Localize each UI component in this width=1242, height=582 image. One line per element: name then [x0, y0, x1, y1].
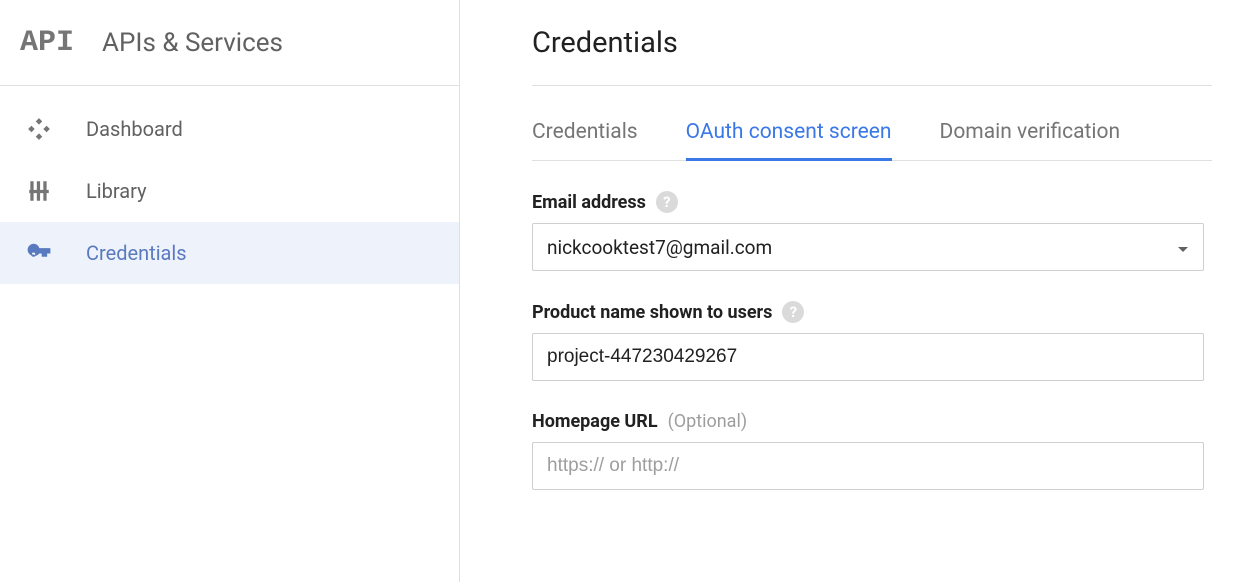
field-product-name: Product name shown to users ? [532, 301, 1212, 381]
tab-domain-verification[interactable]: Domain verification [940, 120, 1121, 161]
dashboard-icon [26, 116, 86, 142]
field-email: Email address ? nickcooktest7@gmail.com [532, 191, 1212, 271]
page-title: Credentials [532, 26, 678, 60]
field-label-homepage: Homepage URL (Optional) [532, 411, 1212, 432]
product-name-input[interactable] [532, 333, 1204, 381]
sidebar-nav: Dashboard Library Credentials [0, 86, 459, 284]
tab-oauth-consent-screen[interactable]: OAuth consent screen [686, 120, 892, 161]
field-optional-text: (Optional) [668, 411, 748, 432]
sidebar-item-dashboard[interactable]: Dashboard [0, 98, 459, 160]
key-icon [26, 240, 86, 266]
field-label-product-name: Product name shown to users ? [532, 301, 1212, 323]
sidebar-item-credentials[interactable]: Credentials [0, 222, 459, 284]
main-header: Credentials [532, 0, 1212, 86]
tab-credentials[interactable]: Credentials [532, 120, 638, 161]
field-homepage-url: Homepage URL (Optional) [532, 411, 1212, 490]
field-label-text: Email address [532, 192, 646, 213]
sidebar-header: API APIs & Services [0, 0, 459, 86]
email-select[interactable]: nickcooktest7@gmail.com [532, 223, 1204, 271]
tabs: Credentials OAuth consent screen Domain … [532, 120, 1212, 161]
library-icon [26, 178, 86, 204]
sidebar-item-label: Credentials [86, 241, 187, 265]
sidebar-item-label: Dashboard [86, 117, 183, 141]
sidebar-item-library[interactable]: Library [0, 160, 459, 222]
homepage-url-input[interactable] [532, 442, 1204, 490]
chevron-down-icon [1177, 236, 1189, 259]
api-logo: API [20, 26, 74, 60]
field-label-text: Product name shown to users [532, 302, 772, 323]
sidebar-section-title: APIs & Services [102, 28, 283, 58]
help-icon[interactable]: ? [782, 301, 804, 323]
help-icon[interactable]: ? [656, 191, 678, 213]
field-label-text: Homepage URL [532, 411, 658, 432]
sidebar-item-label: Library [86, 179, 147, 203]
sidebar: API APIs & Services Dashboard Library Cr… [0, 0, 460, 582]
email-select-value: nickcooktest7@gmail.com [547, 236, 772, 259]
field-label-email: Email address ? [532, 191, 1212, 213]
main-content: Credentials Credentials OAuth consent sc… [460, 0, 1242, 582]
